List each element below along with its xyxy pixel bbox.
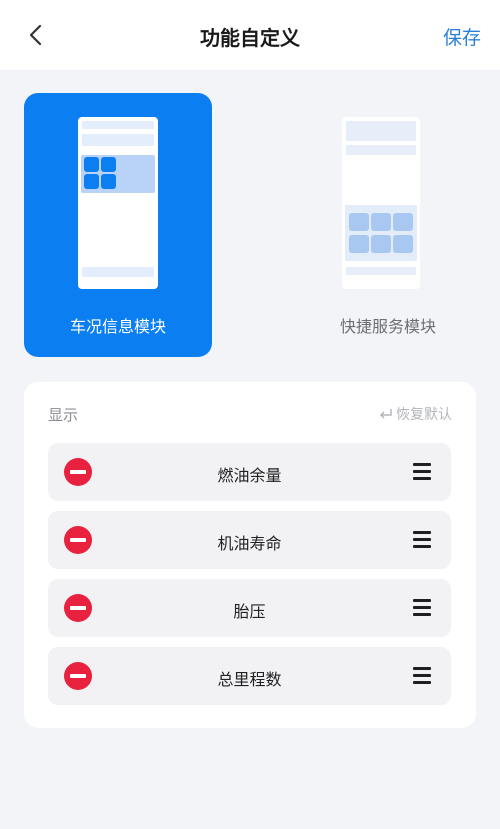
module-card-quick-services[interactable]: 快捷服务模块 — [294, 93, 482, 357]
list-item-label: 总里程数 — [217, 670, 282, 689]
list-item-label: 胎压 — [233, 602, 266, 621]
restore-default-button[interactable]: 恢复默认 — [378, 404, 452, 424]
remove-icon[interactable] — [64, 458, 92, 486]
list-item: 燃油余量 — [48, 443, 451, 501]
section-label: 显示 — [48, 406, 79, 424]
module-label: 快捷服务模块 — [339, 317, 436, 336]
remove-icon[interactable] — [64, 662, 92, 690]
top-bar: 功能自定义 保存 — [0, 0, 500, 70]
module-label: 车况信息模块 — [69, 317, 166, 336]
page-title: 功能自定义 — [200, 26, 300, 50]
return-arrow-icon — [379, 409, 392, 419]
remove-icon[interactable] — [64, 594, 92, 622]
list-item-label: 燃油余量 — [217, 466, 282, 485]
list-item: 胎压 — [48, 579, 451, 637]
list-item: 总里程数 — [48, 647, 451, 705]
drag-handle-icon[interactable] — [413, 463, 431, 480]
module-card-vehicle-status[interactable]: 车况信息模块 — [24, 93, 212, 357]
restore-default-label: 恢复默认 — [396, 407, 452, 423]
remove-icon[interactable] — [64, 526, 92, 554]
module-preview-quick-services — [342, 117, 420, 289]
back-button[interactable] — [20, 20, 50, 50]
list-item: 机油寿命 — [48, 511, 451, 569]
module-preview-vehicle-status — [78, 117, 158, 289]
drag-handle-icon[interactable] — [413, 599, 431, 616]
drag-handle-icon[interactable] — [413, 531, 431, 548]
display-items-panel: 显示 恢复默认 燃油余量 机油寿命 胎压 总里程数 — [24, 382, 476, 728]
list-item-label: 机油寿命 — [217, 534, 282, 553]
save-button[interactable]: 保存 — [443, 23, 481, 50]
chevron-left-icon — [29, 24, 42, 46]
drag-handle-icon[interactable] — [413, 667, 431, 684]
